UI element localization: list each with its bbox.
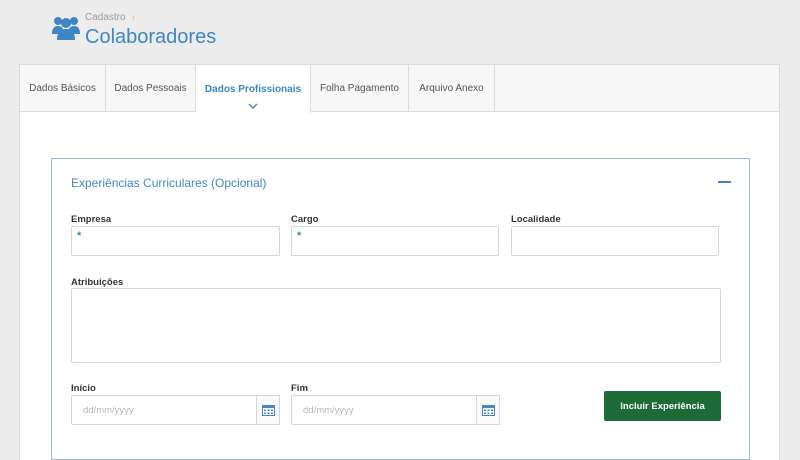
tab-label: Dados Profissionais (204, 83, 302, 95)
calendar-icon (481, 405, 495, 416)
atribuicoes-textarea[interactable] (71, 288, 721, 363)
localidade-label: Localidade (511, 214, 561, 225)
breadcrumb[interactable]: Cadastro › (85, 12, 135, 23)
atribuicoes-label: Atribuições (71, 277, 124, 288)
required-mark: * (297, 230, 302, 242)
people-icon (52, 17, 80, 40)
inicio-date-input[interactable]: dd/mm/yyyy (71, 395, 257, 425)
cargo-label: Cargo (291, 214, 319, 225)
placeholder: dd/mm/yyyy (303, 405, 354, 416)
collapse-icon[interactable] (718, 181, 731, 183)
page-title: Colaboradores (85, 26, 217, 48)
panel-title: Experiências Curriculares (Opcional) (71, 176, 267, 190)
tab-arquivo-anexo[interactable]: Arquivo Anexo (409, 65, 495, 112)
tab-label: Folha Pagamento (320, 83, 399, 94)
tab-label: Arquivo Anexo (419, 83, 484, 94)
inicio-calendar-button[interactable] (256, 395, 280, 425)
tab-dados-profissionais[interactable]: Dados Profissionais (196, 65, 311, 113)
localidade-input[interactable] (511, 226, 719, 256)
tab-label: Dados Pessoais (114, 83, 187, 94)
empresa-input[interactable]: * (71, 226, 280, 256)
tab-folha-pagamento[interactable]: Folha Pagamento (311, 65, 409, 112)
chevron-down-icon (248, 103, 258, 109)
empresa-label: Empresa (71, 214, 112, 225)
tab-label: Dados Básicos (29, 83, 96, 94)
required-mark: * (77, 230, 82, 242)
form-card: Dados Básicos Dados Pessoais Dados Profi… (19, 64, 780, 460)
tab-dados-basicos[interactable]: Dados Básicos (20, 65, 106, 112)
fim-date-input[interactable]: dd/mm/yyyy (291, 395, 477, 425)
incluir-experiencia-button[interactable]: Incluir Experiência (604, 391, 721, 421)
calendar-icon (261, 405, 275, 416)
inicio-label: Início (71, 383, 96, 394)
tab-bar: Dados Básicos Dados Pessoais Dados Profi… (20, 65, 779, 113)
fim-label: Fim (291, 383, 308, 394)
breadcrumb-item[interactable]: Cadastro (85, 12, 126, 23)
chevron-right-icon: › (131, 12, 135, 23)
fim-calendar-button[interactable] (476, 395, 500, 425)
placeholder: dd/mm/yyyy (83, 405, 134, 416)
cargo-input[interactable]: * (291, 226, 499, 256)
experiencias-panel: Experiências Curriculares (Opcional) Emp… (51, 158, 750, 460)
tab-dados-pessoais[interactable]: Dados Pessoais (106, 65, 196, 112)
